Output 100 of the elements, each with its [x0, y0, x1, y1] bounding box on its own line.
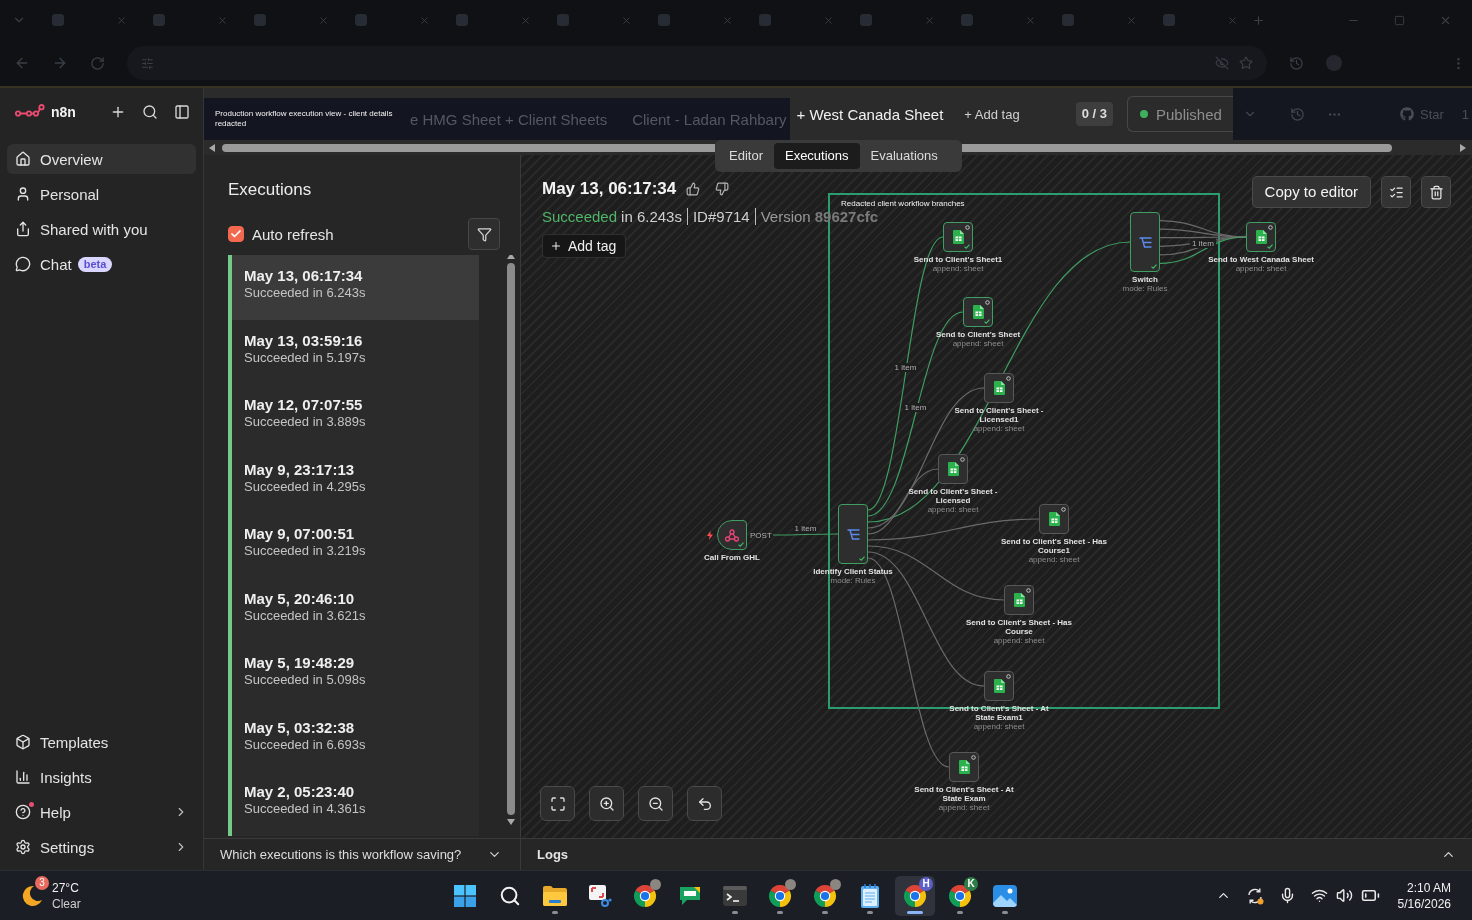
profile-badge: K	[964, 876, 978, 891]
windows-logo-icon[interactable]	[454, 884, 476, 907]
check-icon	[984, 319, 990, 324]
fit-view-button[interactable]	[540, 786, 575, 821]
logo-icon[interactable]	[15, 104, 45, 119]
scrollbar-thumb[interactable]	[222, 143, 715, 152]
nav-item[interactable]: Help	[7, 797, 196, 827]
browser-icon[interactable]	[633, 883, 657, 908]
browser-icon[interactable]	[768, 883, 792, 908]
execution-item[interactable]: May 5, 19:48:29 Succeeded in 5.098s	[228, 642, 479, 707]
nav-item[interactable]: Insights	[7, 762, 196, 792]
notepad-icon[interactable]	[860, 883, 880, 908]
spreadsheet-node[interactable]	[1039, 504, 1069, 534]
execution-time: May 5, 20:46:10	[244, 589, 356, 608]
saving-question-text[interactable]: Which executions is this workflow saving?	[220, 847, 462, 862]
logs-label[interactable]: Logs	[537, 847, 569, 862]
zoom-out-button[interactable]	[638, 786, 673, 821]
nav-item[interactable]: Shared with you	[7, 214, 196, 244]
execution-item[interactable]: May 5, 03:32:38 Succeeded in 6.693s	[228, 706, 479, 771]
scrollbar-thumb[interactable]	[507, 263, 515, 815]
spreadsheet-node[interactable]	[938, 454, 968, 484]
address-field[interactable]	[127, 46, 1267, 80]
filter-button[interactable]	[468, 218, 500, 250]
add-tag-button[interactable]: Add tag	[542, 234, 627, 258]
auto-refresh-checkbox[interactable]	[228, 226, 244, 242]
spreadsheet-icon	[972, 305, 984, 319]
execution-item[interactable]: May 2, 05:23:40 Succeeded in 4.361s	[228, 771, 479, 836]
node-subtitle: append: sheet	[952, 339, 1004, 348]
spreadsheet-node[interactable]	[1246, 222, 1276, 252]
add-tag-link[interactable]: + Add tag	[964, 106, 1020, 122]
scroll-right-icon[interactable]	[1459, 143, 1467, 152]
execution-item[interactable]: May 12, 07:07:55 Succeeded in 3.889s	[228, 384, 479, 449]
copy-to-editor-button[interactable]: Copy to editor	[1251, 176, 1371, 208]
list-button[interactable]	[1381, 176, 1411, 208]
switch-node[interactable]	[838, 504, 868, 564]
sidebar-toggle-icon[interactable]	[174, 103, 190, 120]
scrollbar-thumb[interactable]	[962, 143, 1392, 152]
terminal-icon[interactable]	[723, 885, 747, 906]
webhook-node[interactable]	[717, 520, 747, 550]
node-subtitle: append: sheet	[973, 722, 1025, 731]
spreadsheet-node[interactable]	[984, 671, 1014, 701]
scroll-down-icon[interactable]	[507, 818, 515, 826]
node-title: Send to Client's Sheet - Has Course	[965, 618, 1073, 636]
item-count-label: 1 item	[892, 362, 919, 372]
clock-time: 2:10 AM	[1406, 879, 1451, 896]
search-icon[interactable]	[499, 884, 521, 907]
switch-node[interactable]	[1130, 212, 1160, 272]
item-count-label: 1 item	[902, 403, 929, 412]
ring-icon	[1006, 674, 1011, 679]
execution-time: May 13, 03:59:16	[244, 331, 364, 350]
view-tab[interactable]: Editor	[718, 143, 774, 169]
taskbar-button[interactable]: K	[940, 875, 980, 916]
view-tab[interactable]: Executions	[773, 143, 860, 169]
nav-item[interactable]: Overview	[7, 144, 196, 174]
reset-zoom-button[interactable]	[687, 786, 722, 821]
execution-item[interactable]: May 13, 03:59:16 Succeeded in 5.197s	[228, 319, 479, 384]
browser-icon[interactable]	[813, 883, 837, 908]
thumbs-up-icon[interactable]	[686, 182, 701, 196]
counter-badge: 0 / 3	[1075, 102, 1113, 126]
taskbar-button[interactable]: H	[895, 875, 935, 916]
scroll-left-icon[interactable]	[208, 143, 216, 152]
volume-icon[interactable]	[1335, 887, 1353, 904]
execution-item[interactable]: May 9, 23:17:13 Succeeded in 4.295s	[228, 448, 479, 513]
spreadsheet-node[interactable]	[963, 297, 993, 327]
execution-item[interactable]: May 9, 07:00:51 Succeeded in 3.219s	[228, 513, 479, 578]
spreadsheet-node[interactable]	[943, 222, 973, 252]
workflow-title[interactable]: + West Canada Sheet	[796, 105, 944, 123]
check-icon	[964, 244, 970, 249]
spreadsheet-node[interactable]	[984, 373, 1014, 403]
execution-item[interactable]: May 13, 06:17:34 Succeeded in 6.243s	[228, 255, 479, 320]
thumbs-down-icon[interactable]	[715, 182, 730, 196]
execution-result: Succeeded in 3.219s	[244, 543, 367, 560]
nav-item[interactable]: Personal	[7, 179, 196, 209]
spreadsheet-node[interactable]	[949, 752, 979, 782]
delete-button[interactable]	[1421, 176, 1451, 208]
status-text: Succeeded	[542, 209, 618, 224]
execution-time: May 9, 23:17:13	[244, 460, 356, 479]
folder-icon[interactable]	[543, 885, 567, 906]
search-icon[interactable]	[142, 103, 158, 120]
nav-item[interactable]: Templates	[7, 727, 196, 757]
sync-icon[interactable]	[1245, 886, 1264, 905]
node-subtitle: append: sheet	[927, 505, 979, 514]
switch-icon	[1138, 236, 1152, 248]
wifi-icon[interactable]	[1310, 887, 1328, 904]
check-icon	[738, 542, 744, 547]
image-icon[interactable]	[993, 884, 1017, 907]
execution-item[interactable]: May 5, 20:46:10 Succeeded in 3.621s	[228, 577, 479, 642]
bookmark-star-icon[interactable]	[1239, 56, 1253, 70]
auto-refresh-label: Auto refresh	[252, 225, 334, 243]
nav-item[interactable]: Chat beta	[7, 249, 196, 279]
screenshot-tool-icon[interactable]	[588, 883, 612, 908]
node-subtitle: append: sheet	[993, 636, 1045, 645]
spreadsheet-node[interactable]	[1004, 585, 1034, 615]
chat-icon[interactable]	[678, 884, 702, 907]
redaction-label: Redacted client workflow branches	[841, 199, 965, 208]
zoom-in-button[interactable]	[589, 786, 624, 821]
temperature-text: 27°C	[52, 879, 80, 896]
zoom-in-icon	[598, 795, 615, 812]
view-tab[interactable]: Evaluations	[859, 143, 949, 169]
nav-item[interactable]: Settings	[7, 832, 196, 862]
